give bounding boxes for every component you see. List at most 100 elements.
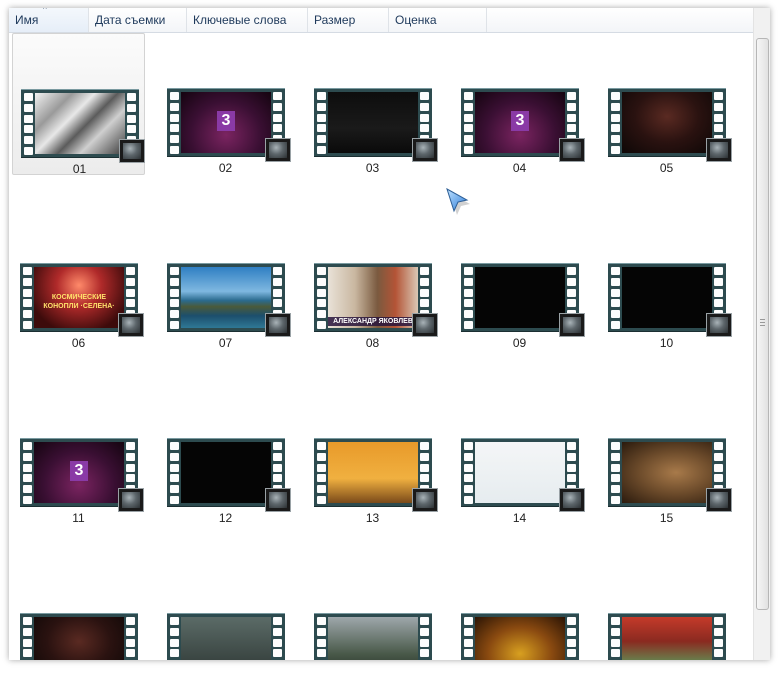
video-frame: 3: [34, 442, 124, 503]
file-item[interactable]: 15: [600, 383, 733, 525]
video-thumbnail: [314, 438, 438, 512]
column-rating-label: Оценка: [395, 13, 437, 27]
video-thumbnail: [461, 613, 579, 660]
file-name: 01: [72, 162, 87, 176]
video-thumbnail: [608, 613, 726, 660]
file-item[interactable]: АЛЕКСАНДР ЯКОВЛЕВ 08: [306, 208, 439, 350]
film-perforation: [611, 442, 620, 504]
film-perforation: [170, 617, 179, 660]
video-thumbnail: [461, 438, 585, 512]
file-item[interactable]: [306, 558, 439, 660]
film-perforation: [317, 617, 326, 660]
channel-badge: 3: [70, 461, 88, 481]
file-name: 11: [72, 511, 85, 525]
video-file-icon: [412, 138, 438, 162]
video-thumbnail: [461, 263, 585, 337]
video-thumbnail: [314, 88, 438, 162]
film-perforation: [23, 267, 32, 329]
video-thumbnail: [167, 613, 285, 660]
film-perforation: [567, 617, 576, 660]
file-name: 03: [365, 161, 380, 175]
film-perforation: [24, 93, 33, 155]
column-header: Имя ^ Дата съемки Ключевые слова Размер …: [9, 8, 754, 33]
video-frame: [622, 267, 712, 328]
column-size[interactable]: Размер: [308, 8, 389, 32]
file-item[interactable]: 07: [159, 208, 292, 350]
file-grid: 01 3 02 03 3 04 05 КОСМИЧЕСКИЕ КОНОПЛИ ·СЕЛЕНА·…: [9, 33, 754, 660]
file-name: 08: [365, 336, 380, 350]
film-perforation: [611, 617, 620, 660]
column-rating[interactable]: Оценка: [389, 8, 487, 32]
film-perforation: [714, 617, 723, 660]
video-thumbnail: [608, 438, 732, 512]
video-frame: [622, 617, 712, 660]
column-date-taken-label: Дата съемки: [95, 13, 166, 27]
video-frame: [328, 92, 418, 153]
file-item[interactable]: [159, 558, 292, 660]
file-name: 10: [659, 336, 674, 350]
video-frame: 3: [181, 92, 271, 153]
file-item[interactable]: 12: [159, 383, 292, 525]
file-item[interactable]: 3 04: [453, 33, 586, 175]
film-perforation: [464, 267, 473, 329]
column-date-taken[interactable]: Дата съемки: [89, 8, 187, 32]
video-thumbnail: 3: [20, 438, 144, 512]
video-file-icon: [412, 313, 438, 337]
video-file-icon: [706, 488, 732, 512]
video-file-icon: [559, 488, 585, 512]
film-perforation: [464, 442, 473, 504]
video-thumbnail: [314, 613, 432, 660]
column-keywords[interactable]: Ключевые слова: [187, 8, 308, 32]
file-item[interactable]: 09: [453, 208, 586, 350]
explorer-window: Имя ^ Дата съемки Ключевые слова Размер …: [9, 8, 770, 660]
video-thumbnail: [608, 88, 732, 162]
file-name: 13: [365, 511, 380, 525]
file-item[interactable]: КОСМИЧЕСКИЕ КОНОПЛИ ·СЕЛЕНА· 06: [12, 208, 145, 350]
film-perforation: [170, 442, 179, 504]
file-name: 07: [218, 336, 233, 350]
video-file-icon: [118, 313, 144, 337]
film-perforation: [170, 267, 179, 329]
video-frame: АЛЕКСАНДР ЯКОВЛЕВ: [328, 267, 418, 328]
film-perforation: [273, 617, 282, 660]
film-perforation: [317, 92, 326, 154]
file-item[interactable]: 13: [306, 383, 439, 525]
file-name: 05: [659, 161, 674, 175]
video-thumbnail: [608, 263, 732, 337]
video-file-icon: [119, 139, 145, 163]
film-perforation: [170, 92, 179, 154]
video-frame: КОСМИЧЕСКИЕ КОНОПЛИ ·СЕЛЕНА·: [34, 267, 124, 328]
file-item[interactable]: 05: [600, 33, 733, 175]
film-perforation: [464, 617, 473, 660]
video-frame: [622, 92, 712, 153]
video-thumbnail: АЛЕКСАНДР ЯКОВЛЕВ: [314, 263, 438, 337]
video-frame: [622, 442, 712, 503]
video-frame: 3: [475, 92, 565, 153]
file-item[interactable]: 01: [12, 33, 145, 176]
file-item[interactable]: 03: [306, 33, 439, 175]
video-frame: [181, 267, 271, 328]
file-item[interactable]: [453, 558, 586, 660]
file-item[interactable]: 3 11: [12, 383, 145, 525]
video-file-icon: [265, 313, 291, 337]
file-item[interactable]: 3 02: [159, 33, 292, 175]
scrollbar-thumb[interactable]: [756, 38, 769, 610]
film-perforation: [611, 267, 620, 329]
column-name[interactable]: Имя ^: [9, 8, 89, 32]
film-perforation: [420, 617, 429, 660]
video-frame: [475, 442, 565, 503]
file-item[interactable]: [600, 558, 733, 660]
file-item[interactable]: 14: [453, 383, 586, 525]
vertical-scrollbar[interactable]: [753, 8, 770, 660]
file-name: 02: [218, 161, 233, 175]
video-frame: [181, 442, 271, 503]
video-thumbnail: 3: [461, 88, 585, 162]
film-perforation: [23, 617, 32, 660]
file-item[interactable]: [12, 558, 145, 660]
video-file-icon: [559, 138, 585, 162]
film-perforation: [126, 617, 135, 660]
video-thumbnail: [20, 613, 138, 660]
video-thumbnail: [167, 263, 291, 337]
file-name: 15: [659, 511, 674, 525]
file-item[interactable]: 10: [600, 208, 733, 350]
